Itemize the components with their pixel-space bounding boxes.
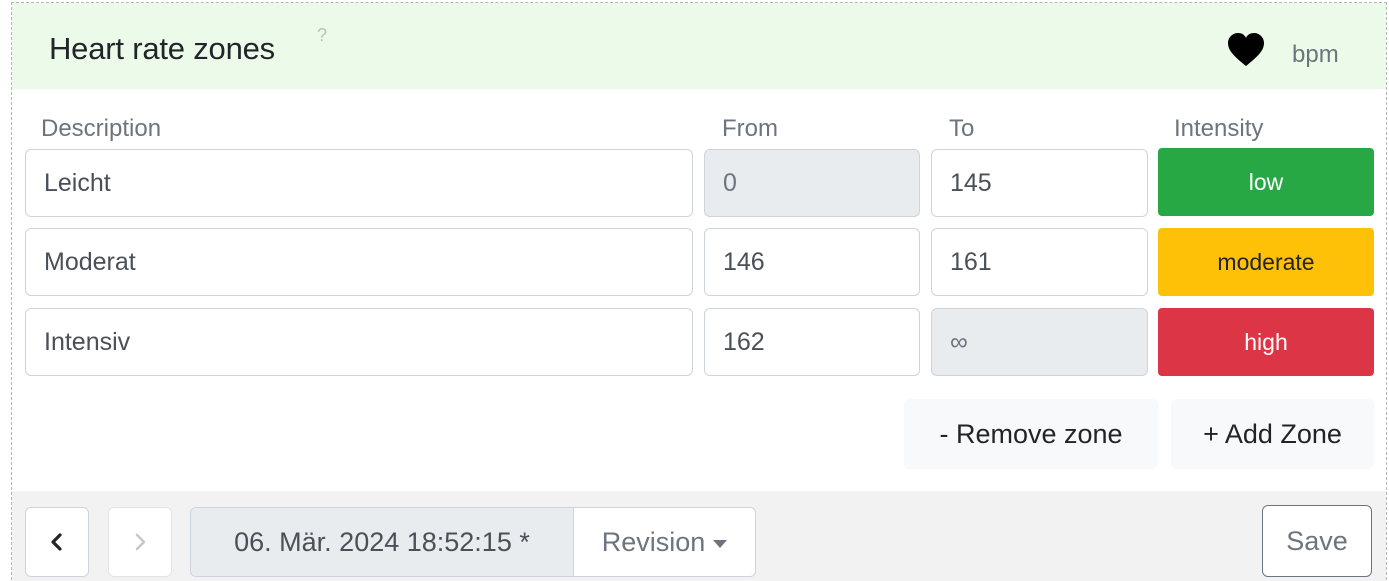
zone-from-value: 146: [723, 247, 765, 276]
zone-to-value: 161: [950, 247, 992, 276]
save-button[interactable]: Save: [1262, 505, 1372, 577]
card-header: Heart rate zones ? bpm: [12, 3, 1386, 89]
zone-description-value: Intensiv: [44, 327, 131, 356]
zone-from-value: 0: [723, 168, 737, 197]
column-header-from: From: [722, 115, 778, 142]
intensity-badge-low[interactable]: low: [1158, 148, 1374, 216]
heart-rate-zones-card: Heart rate zones ? bpm Description From …: [11, 2, 1387, 581]
zone-description-input[interactable]: Leicht: [25, 149, 693, 217]
previous-revision-button[interactable]: [25, 507, 89, 577]
zone-description-input[interactable]: Moderat: [25, 228, 693, 296]
caret-down-icon: [713, 539, 728, 548]
intensity-label: moderate: [1217, 248, 1315, 275]
zone-from-input[interactable]: 146: [704, 228, 920, 296]
intensity-badge-moderate[interactable]: moderate: [1158, 228, 1374, 296]
column-header-intensity: Intensity: [1174, 115, 1264, 142]
intensity-label: high: [1244, 328, 1288, 355]
add-zone-button[interactable]: + Add Zone: [1171, 399, 1374, 469]
card-footer: 06. Mär. 2024 18:52:15 * Revision Save: [12, 491, 1386, 581]
zone-from-input: 0: [704, 149, 920, 217]
revision-selector: 06. Mär. 2024 18:52:15 * Revision: [190, 507, 756, 577]
chevron-left-icon: [51, 533, 62, 551]
revision-date: 06. Mär. 2024 18:52:15 *: [191, 508, 574, 576]
zone-to-input: ∞: [931, 308, 1148, 376]
zone-to-input[interactable]: 145: [931, 149, 1148, 217]
revision-dropdown[interactable]: Revision: [574, 508, 755, 576]
help-icon[interactable]: ?: [317, 25, 327, 46]
zone-to-input[interactable]: 161: [931, 228, 1148, 296]
card-title: Heart rate zones: [49, 31, 275, 66]
zone-to-value: ∞: [950, 327, 968, 356]
zone-description-value: Leicht: [44, 168, 111, 197]
revision-dropdown-label: Revision: [601, 526, 706, 557]
remove-zone-button[interactable]: - Remove zone: [904, 399, 1158, 469]
chevron-right-icon: [135, 533, 146, 551]
intensity-badge-high[interactable]: high: [1158, 308, 1374, 376]
zone-from-input[interactable]: 162: [704, 308, 920, 376]
zone-description-value: Moderat: [44, 247, 136, 276]
unit-label: bpm: [1292, 41, 1339, 68]
heart-icon: [1228, 33, 1264, 66]
zone-from-value: 162: [723, 327, 765, 356]
column-header-description: Description: [41, 115, 162, 142]
intensity-label: low: [1248, 168, 1284, 195]
next-revision-button[interactable]: [108, 507, 172, 577]
zone-to-value: 145: [950, 168, 992, 197]
column-header-to: To: [949, 115, 975, 142]
zone-description-input[interactable]: Intensiv: [25, 308, 693, 376]
